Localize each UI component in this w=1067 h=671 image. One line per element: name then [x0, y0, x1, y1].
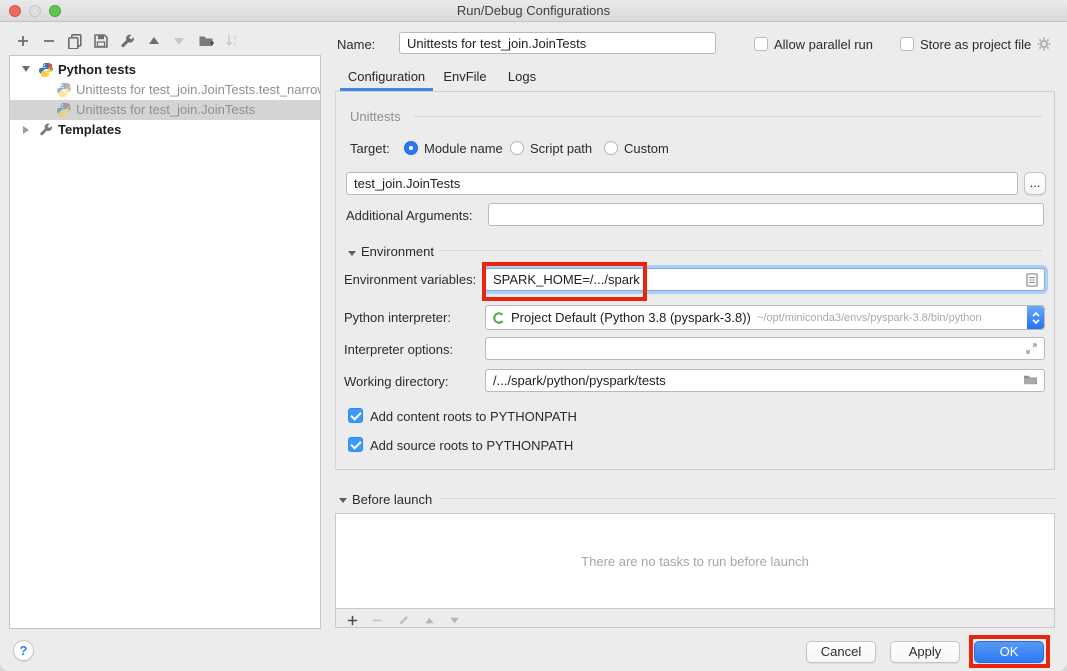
- python-test-icon: [56, 82, 72, 98]
- before-launch-task-list[interactable]: There are no tasks to run before launch: [336, 514, 1054, 609]
- copy-icon[interactable]: [66, 32, 84, 50]
- save-icon[interactable]: [92, 32, 110, 50]
- help-button[interactable]: ?: [13, 640, 34, 661]
- add-task-icon[interactable]: [344, 612, 360, 628]
- before-launch-separator: [440, 498, 1055, 499]
- add-icon[interactable]: [14, 32, 32, 50]
- target-module-name-label: Module name: [424, 141, 503, 156]
- expand-field-icon[interactable]: [1025, 342, 1038, 358]
- additional-arguments-label: Additional Arguments:: [346, 208, 472, 223]
- tree-item-label: Templates: [58, 120, 121, 140]
- svg-text:z: z: [233, 42, 236, 48]
- new-folder-icon[interactable]: [197, 32, 215, 50]
- configurations-tree: Python tests Unittests for test_join.Joi…: [9, 55, 321, 629]
- store-as-project-file-label: Store as project file: [920, 37, 1031, 52]
- before-launch-empty-text: There are no tasks to run before launch: [581, 554, 809, 569]
- interpreter-path: ~/opt/miniconda3/envs/pyspark-3.8/bin/py…: [757, 312, 982, 324]
- ok-button[interactable]: OK: [974, 641, 1044, 663]
- environment-variables-label: Environment variables:: [344, 272, 476, 287]
- add-content-roots-checkbox[interactable]: [348, 408, 363, 423]
- browse-target-button[interactable]: ...: [1024, 172, 1046, 195]
- tree-item-unittests-test-narrow[interactable]: Unittests for test_join.JoinTests.test_n…: [10, 80, 320, 100]
- tree-item-templates[interactable]: Templates: [10, 120, 320, 140]
- add-source-roots-label: Add source roots to PYTHONPATH: [370, 438, 573, 453]
- dropdown-spinner-icon[interactable]: [1027, 306, 1044, 329]
- allow-parallel-run-checkbox[interactable]: [754, 37, 768, 51]
- store-as-project-file-checkbox[interactable]: [900, 37, 914, 51]
- before-launch-label: Before launch: [352, 492, 432, 507]
- target-label: Target:: [350, 141, 390, 156]
- tree-item-label: Unittests for test_join.JoinTests: [76, 100, 255, 120]
- working-directory-label: Working directory:: [344, 374, 449, 389]
- python-interpreter-label: Python interpreter:: [344, 310, 451, 325]
- conda-environment-icon: [492, 311, 506, 325]
- remove-task-icon: [369, 612, 385, 628]
- before-launch-panel: There are no tasks to run before launch: [335, 513, 1055, 628]
- python-interpreter-dropdown[interactable]: Project Default (Python 3.8 (pyspark-3.8…: [485, 305, 1045, 330]
- run-debug-configurations-dialog: Run/Debug Configurations az Python tests: [0, 0, 1067, 671]
- environment-section-label: Environment: [361, 244, 434, 259]
- working-directory-input[interactable]: [485, 369, 1045, 392]
- target-custom-label: Custom: [624, 141, 669, 156]
- configuration-tab-panel: Unittests Target: Module name Script pat…: [335, 92, 1055, 470]
- remove-icon[interactable]: [40, 32, 58, 50]
- target-script-path-label: Script path: [530, 141, 592, 156]
- tree-item-label: Python tests: [58, 60, 136, 80]
- additional-arguments-input[interactable]: [488, 203, 1044, 226]
- folder-icon[interactable]: [1023, 373, 1038, 389]
- tree-item-label: Unittests for test_join.JoinTests.test_n…: [76, 80, 320, 100]
- group-separator: [414, 116, 1042, 117]
- name-input[interactable]: [399, 32, 716, 54]
- target-module-name-radio[interactable]: [404, 141, 418, 155]
- tab-envfile[interactable]: EnvFile: [430, 62, 500, 91]
- edit-templates-wrench-icon[interactable]: [118, 32, 136, 50]
- target-custom-radio[interactable]: [604, 141, 618, 155]
- name-label: Name:: [337, 37, 375, 52]
- before-launch-collapse-icon[interactable]: [339, 498, 347, 503]
- add-content-roots-label: Add content roots to PYTHONPATH: [370, 409, 577, 424]
- python-tests-icon: [38, 62, 54, 78]
- cancel-button[interactable]: Cancel: [806, 641, 876, 663]
- interpreter-value: Project Default (Python 3.8 (pyspark-3.8…: [511, 310, 751, 325]
- gear-icon[interactable]: [1036, 36, 1052, 55]
- move-up-icon[interactable]: [145, 32, 163, 50]
- move-down-icon: [170, 32, 188, 50]
- environment-separator: [439, 250, 1042, 251]
- environment-collapse-icon[interactable]: [348, 251, 356, 256]
- chevron-down-icon[interactable]: [22, 66, 30, 72]
- tree-item-python-tests[interactable]: Python tests: [10, 60, 320, 80]
- tab-logs[interactable]: Logs: [492, 62, 552, 91]
- tab-label: Configuration: [348, 69, 425, 84]
- sort-alphabetically-icon: az: [223, 32, 241, 50]
- svg-text:a: a: [233, 35, 237, 41]
- chevron-right-icon[interactable]: [23, 126, 29, 134]
- environment-variables-input[interactable]: [485, 268, 1045, 291]
- browse-variables-icon[interactable]: [1026, 273, 1038, 290]
- allow-parallel-run-label: Allow parallel run: [774, 37, 873, 52]
- task-down-icon: [446, 612, 462, 628]
- add-source-roots-checkbox[interactable]: [348, 437, 363, 452]
- templates-wrench-icon: [38, 122, 54, 138]
- edit-task-pencil-icon: [395, 612, 411, 628]
- interpreter-options-input[interactable]: [485, 337, 1045, 360]
- tab-configuration[interactable]: Configuration: [340, 62, 433, 91]
- tree-item-unittests-jointests-selected[interactable]: Unittests for test_join.JoinTests: [10, 100, 320, 120]
- tab-label: EnvFile: [443, 69, 486, 84]
- python-test-icon: [56, 102, 72, 118]
- target-input[interactable]: [346, 172, 1018, 195]
- unittests-group-label: Unittests: [350, 109, 401, 124]
- apply-button[interactable]: Apply: [890, 641, 960, 663]
- tab-label: Logs: [508, 69, 536, 84]
- task-up-icon: [421, 612, 437, 628]
- window-title: Run/Debug Configurations: [0, 3, 1067, 18]
- title-bar: Run/Debug Configurations: [0, 0, 1067, 22]
- interpreter-options-label: Interpreter options:: [344, 342, 453, 357]
- target-script-path-radio[interactable]: [510, 141, 524, 155]
